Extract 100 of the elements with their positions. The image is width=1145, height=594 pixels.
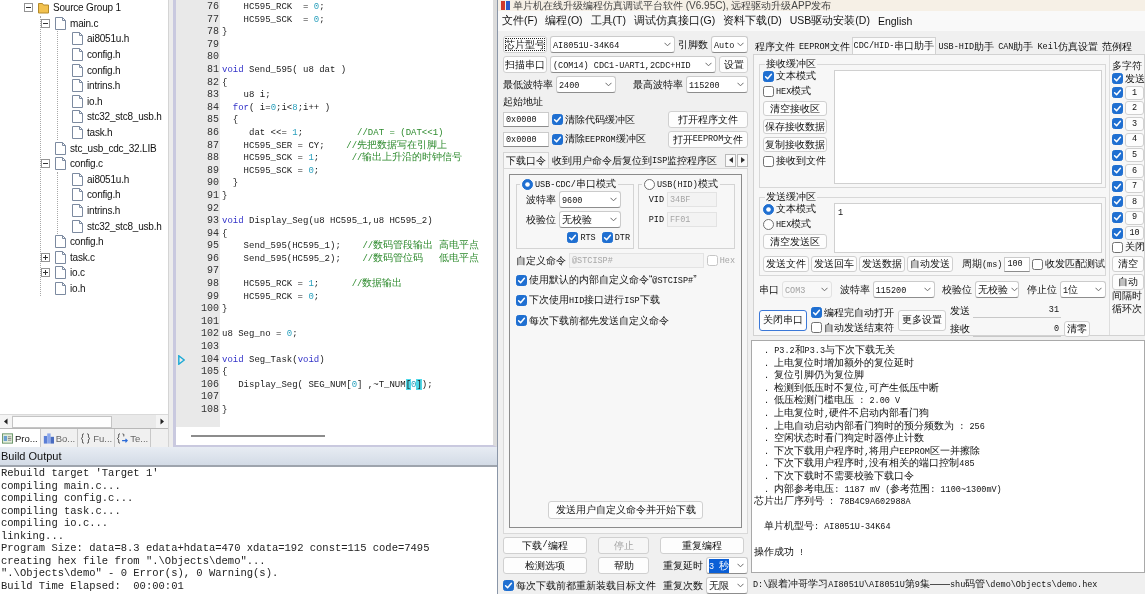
menu-item[interactable]: 编程(O) (541, 14, 587, 28)
send-string-button[interactable]: 4 (1125, 132, 1144, 147)
checkbox[interactable] (1112, 73, 1123, 84)
period-field[interactable]: 100 (1004, 256, 1031, 272)
reset-counter-button[interactable]: 清零 (1064, 321, 1090, 337)
checkbox[interactable] (552, 114, 563, 125)
checkbox[interactable] (1112, 180, 1123, 192)
tab[interactable]: 程序文件 (753, 39, 797, 54)
checkbox[interactable] (1032, 258, 1044, 270)
tab[interactable]: Keil仿真设置 (1035, 39, 1100, 54)
tab[interactable]: 下载口令 (503, 152, 549, 168)
tree-item[interactable]: stc_usb_cdc_32.LIB (70, 141, 157, 155)
send-action-button[interactable]: 自动发送 (907, 256, 953, 272)
received-count-field[interactable]: 0 (973, 321, 1061, 337)
checkbox[interactable] (1112, 165, 1123, 177)
radio-button[interactable] (763, 219, 774, 230)
menu-item[interactable]: 文件(F) (498, 14, 542, 28)
address-field[interactable]: 0x0000 (503, 112, 549, 127)
open-file-button[interactable]: 打开程序文件 (668, 111, 748, 128)
tab[interactable]: CAN助手 (996, 39, 1036, 54)
settings-button[interactable]: 设置 (719, 56, 748, 73)
checkbox[interactable] (811, 307, 822, 318)
checkbox[interactable] (601, 232, 613, 243)
checkbox[interactable] (1112, 87, 1123, 99)
tree-item[interactable]: config.h (70, 235, 104, 249)
checkbox[interactable] (567, 232, 579, 243)
help-button[interactable]: 帮助 (598, 557, 649, 574)
baud-rate-dropdown[interactable]: 9600 (559, 191, 621, 208)
tree-item[interactable]: intrins.h (87, 79, 121, 93)
tree-item[interactable]: io.h (70, 282, 86, 295)
tab[interactable]: CDC/HID-串口助手 (851, 37, 937, 54)
send-string-button[interactable]: 5 (1125, 148, 1144, 163)
send-string-button[interactable]: 2 (1125, 101, 1144, 116)
tab[interactable]: USB-HID助手 (936, 39, 997, 54)
clear-all-button[interactable]: 清空 (1112, 255, 1144, 272)
repeat-delay-dropdown[interactable]: 3 秒 (706, 557, 748, 574)
scroll-left-button[interactable] (725, 153, 736, 167)
tree-item[interactable]: stc32_stc8_usb.h (87, 110, 162, 124)
radio-button[interactable] (522, 179, 533, 190)
parity-dropdown[interactable]: 无校验 (975, 281, 1020, 298)
tab[interactable]: EEPROM文件 (797, 39, 852, 54)
repeat-count-dropdown[interactable]: 无限 (706, 577, 748, 594)
auto-loop-button[interactable]: 自动 (1112, 273, 1144, 290)
receive-action-button[interactable]: 保存接收数据 (763, 119, 827, 134)
min-baud-dropdown[interactable]: 2400 (556, 76, 616, 93)
receive-action-button[interactable]: 复制接收数据 (763, 137, 827, 152)
radio-button[interactable] (763, 203, 774, 215)
minus-icon[interactable] (41, 159, 50, 169)
menu-item[interactable]: English (873, 15, 917, 27)
menu-item[interactable]: 调试仿真接口(G) (630, 14, 720, 28)
panel-tab[interactable]: Pro... (0, 429, 41, 447)
pin-count-dropdown[interactable]: Auto (711, 36, 748, 53)
radio-button[interactable] (644, 179, 655, 190)
scan-port-button[interactable]: 扫描串口 (503, 56, 547, 73)
send-string-button[interactable]: 3 (1125, 117, 1144, 131)
plus-icon[interactable] (41, 268, 50, 278)
checkbox[interactable] (1112, 102, 1123, 114)
serial-port-dropdown[interactable]: (COM14) CDC1-UART1,2CDC+HID (550, 56, 716, 73)
checkbox[interactable] (1112, 118, 1123, 130)
tree-item[interactable]: config.h (87, 188, 121, 202)
minus-icon[interactable] (24, 3, 33, 13)
max-baud-dropdown[interactable]: 115200 (686, 76, 748, 93)
tree-item[interactable]: io.c (70, 266, 85, 280)
checkbox[interactable] (516, 295, 527, 306)
checkbox[interactable] (516, 315, 527, 326)
menu-item[interactable]: USB驱动安装(D) (785, 14, 874, 28)
tree-item[interactable]: task.c (70, 250, 95, 264)
plus-icon[interactable] (41, 252, 50, 262)
checkbox[interactable] (763, 155, 774, 167)
checkbox[interactable] (552, 134, 563, 145)
horizontal-scrollbar[interactable] (0, 414, 168, 428)
checkbox[interactable] (1112, 212, 1123, 224)
checkbox[interactable] (763, 86, 774, 97)
checkbox[interactable] (1112, 149, 1123, 161)
address-field[interactable]: 0x0000 (503, 132, 549, 147)
send-action-button[interactable]: 发送文件 (763, 256, 809, 272)
send-string-button[interactable]: 8 (1125, 194, 1144, 209)
send-action-button[interactable]: 发送数据 (859, 256, 905, 272)
tab[interactable]: 收到用户命令后复位到ISP监控程序区 (549, 153, 721, 168)
send-string-button[interactable]: 1 (1125, 85, 1144, 100)
tree-item[interactable]: task.h (87, 126, 113, 140)
checkbox[interactable] (763, 70, 774, 82)
checkbox[interactable] (1112, 196, 1123, 208)
checkbox[interactable] (503, 580, 514, 591)
checkbox[interactable] (811, 322, 822, 333)
tree-item[interactable]: ai8051u.h (87, 32, 130, 46)
scrollbar-thumb[interactable] (191, 435, 325, 437)
tab[interactable]: 范例程 (1099, 39, 1134, 54)
download-button[interactable]: 下载/编程 (503, 537, 587, 554)
checkbox[interactable] (516, 275, 527, 286)
tree-item[interactable]: main.c (70, 16, 99, 30)
check-options-button[interactable]: 检测选项 (503, 557, 587, 574)
tree-item[interactable]: stc32_stc8_usb.h (87, 219, 162, 233)
send-action-button[interactable]: 发送回车 (811, 256, 857, 272)
send-text-area[interactable]: 1 (834, 203, 1102, 253)
tree-item[interactable]: intrins.h (87, 204, 121, 217)
send-string-button[interactable]: 9 (1125, 210, 1144, 225)
tree-item[interactable]: io.h (87, 94, 103, 108)
menu-item[interactable]: 工具(T) (586, 14, 630, 28)
tree-item[interactable]: Source Group 1 (53, 1, 121, 15)
